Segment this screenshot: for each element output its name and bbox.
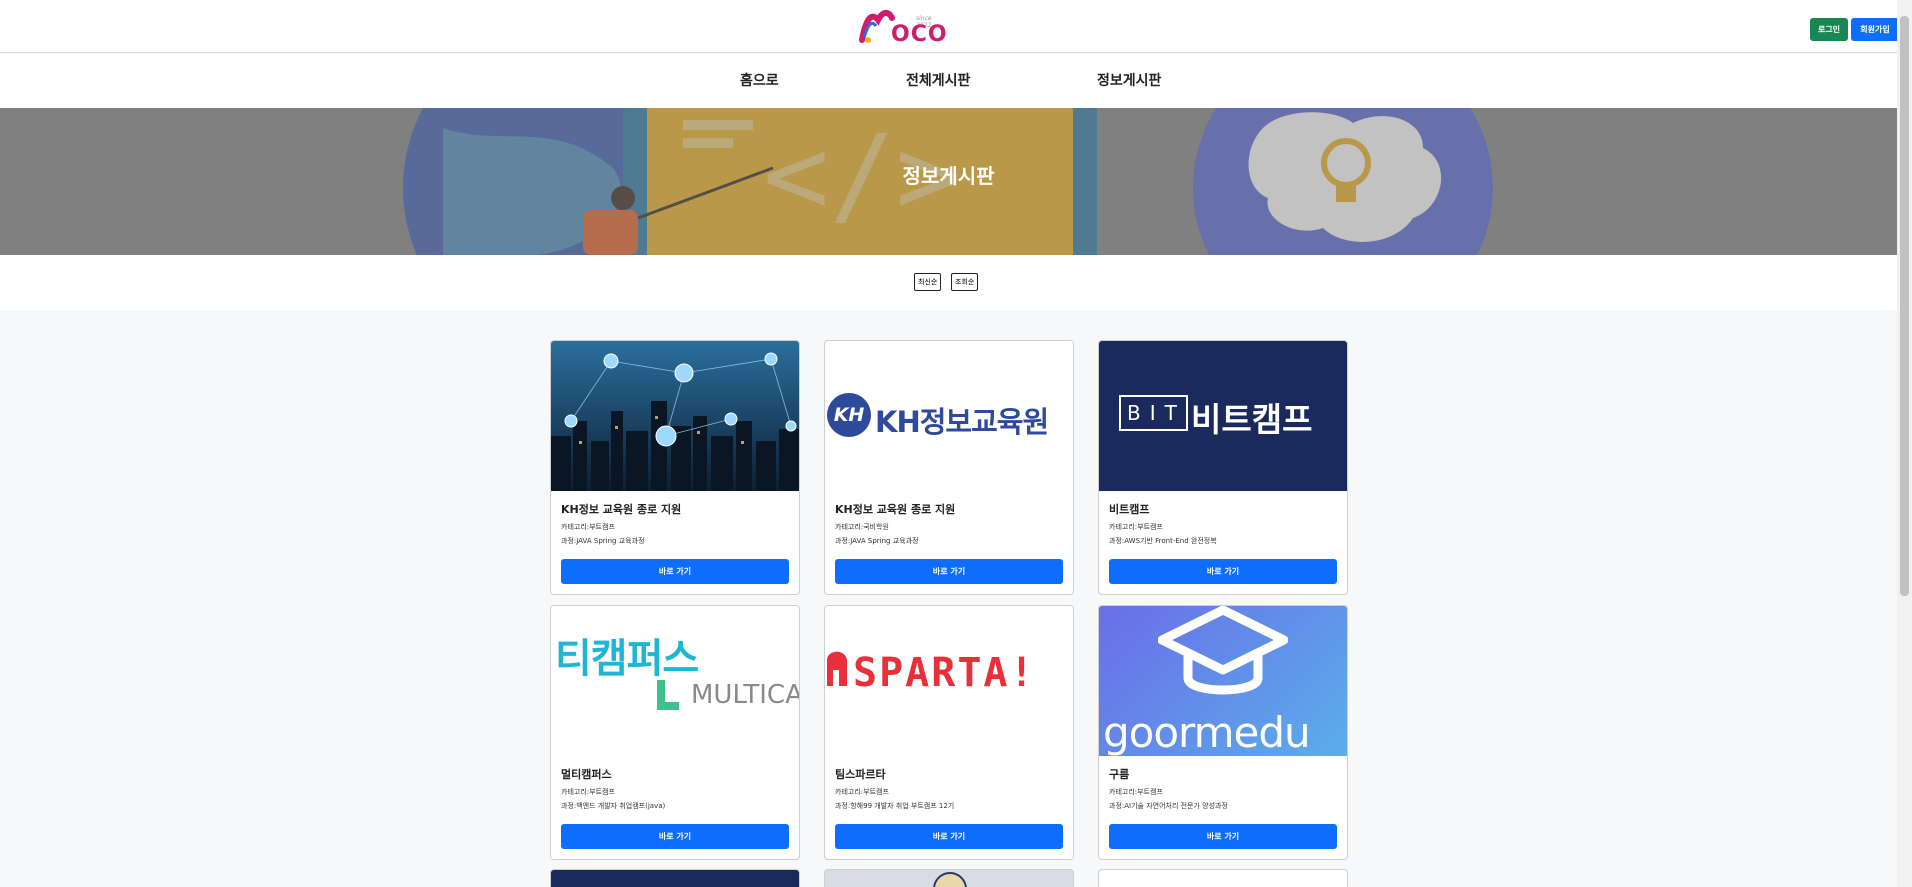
multicampus-shape-icon [657, 680, 679, 710]
card-item: KH정보 교육원 종로 지원 카테고리:부트캠프 과정:JAVA Spring … [550, 340, 800, 595]
city-network-image [551, 341, 799, 491]
graduation-cap-icon [1158, 606, 1288, 695]
bit-logo-mark: BIT [1119, 395, 1188, 431]
go-button[interactable]: 바로 가기 [1109, 824, 1337, 849]
card-category: 카테고리:부트캠프 [1109, 523, 1163, 531]
card-title: 팀스파르타 [835, 768, 886, 781]
card-course: 과정:JAVA Spring 교육과정 [561, 537, 645, 545]
card-title: 멀티캠퍼스 [561, 768, 612, 781]
emblem-icon [933, 872, 967, 887]
nav-all-board[interactable]: 전체게시판 [906, 70, 970, 90]
multicampus-wordmark: 티캠퍼스 [555, 636, 699, 682]
kh-logo-mark: KH [827, 393, 871, 437]
hero-banner: </> 정보게시판 [0, 108, 1897, 255]
nav-info-board[interactable]: 정보게시판 [1097, 70, 1161, 90]
page-scrollbar[interactable] [1897, 0, 1912, 887]
card-course: 과정:AI기술 자연어처리 전문가 양성과정 [1109, 802, 1228, 810]
bit-logo-text: 비트캠프 [1191, 400, 1313, 439]
card-category: 카테고리:부트캠프 [1109, 788, 1163, 796]
card-image: KH KH정보교육원 [825, 341, 1073, 491]
scrollbar-thumb[interactable] [1900, 16, 1909, 596]
card-course: 과정:항해99 개발자 취업 부트캠프 12기 [835, 802, 955, 810]
logo-text: OCO [891, 22, 948, 47]
main-nav: 홈으로 전체게시판 정보게시판 [0, 54, 1897, 108]
card-course: 과정:AWS기반 Front-End 완전정복 [1109, 537, 1217, 545]
card-title: 비트캠프 [1109, 503, 1150, 516]
card-title: 구름 [1109, 768, 1130, 781]
go-button[interactable]: 바로 가기 [561, 824, 789, 849]
page-title: 정보게시판 [902, 164, 995, 188]
multicampus-sub-text: MULTICA [691, 680, 799, 710]
card-image: goormedu [1099, 606, 1347, 756]
card-image: SPARTA! [825, 606, 1073, 756]
sort-views-button[interactable]: 조회순 [951, 273, 979, 291]
top-header: since 2022 OCO 로그인 회원가입 [0, 0, 1899, 53]
card-item: KH KH정보교육원 KH정보 교육원 종로 지원 카테고리:국비학원 과정:J… [824, 340, 1074, 595]
card-image [551, 341, 799, 491]
go-button[interactable]: 바로 가기 [561, 559, 789, 584]
card-title: KH정보 교육원 종로 지원 [561, 503, 682, 516]
card-course: 과정:JAVA Spring 교육과정 [835, 537, 919, 545]
multicampus-logo-text: 티캠퍼스 [555, 626, 699, 684]
sort-latest-button[interactable]: 최신순 [914, 273, 942, 291]
card-item: goormedu 구름 카테고리:부트캠프 과정:AI기술 자연어처리 전문가 … [1098, 605, 1348, 860]
card-item-partial [550, 869, 800, 887]
sparta-helmet-icon [827, 651, 847, 686]
card-grid: KH정보 교육원 종로 지원 카테고리:부트캠프 과정:JAVA Spring … [0, 310, 1897, 887]
kh-logo-text: KH정보교육원 [875, 405, 1049, 439]
login-button[interactable]: 로그인 [1810, 18, 1848, 41]
signup-button[interactable]: 회원가입 [1851, 18, 1899, 41]
card-item-partial [824, 869, 1074, 887]
card-item: BIT 비트캠프 비트캠프 카테고리:부트캠프 과정:AWS기반 Front-E… [1098, 340, 1348, 595]
card-title: KH정보 교육원 종로 지원 [835, 503, 956, 516]
card-category: 카테고리:부트캠프 [561, 523, 615, 531]
auth-buttons: 로그인 회원가입 [1810, 18, 1899, 41]
site-logo[interactable]: since 2022 OCO [858, 2, 948, 48]
card-image: 티캠퍼스 MULTICA [551, 606, 799, 756]
go-button[interactable]: 바로 가기 [1109, 559, 1337, 584]
nav-home[interactable]: 홈으로 [740, 70, 779, 90]
card-category: 카테고리:부트캠프 [561, 788, 615, 796]
card-item-partial [1098, 869, 1348, 887]
go-button[interactable]: 바로 가기 [835, 824, 1063, 849]
card-item: SPARTA! 팀스파르타 카테고리:부트캠프 과정:항해99 개발자 취업 부… [824, 605, 1074, 860]
card-course: 과정:백엔드 개발자 취업캠프(java) [561, 802, 666, 810]
card-category: 카테고리:국비학원 [835, 523, 889, 531]
card-image: BIT 비트캠프 [1099, 341, 1347, 491]
goorm-logo-text: goormedu [1103, 708, 1311, 756]
card-item: 티캠퍼스 MULTICA 멀티캠퍼스 카테고리:부트캠프 과정:백엔드 개발자 … [550, 605, 800, 860]
sparta-logo-text: SPARTA! [853, 650, 1036, 696]
card-category: 카테고리:부트캠프 [835, 788, 889, 796]
sort-bar: 최신순 조회순 [0, 255, 1897, 310]
go-button[interactable]: 바로 가기 [835, 559, 1063, 584]
